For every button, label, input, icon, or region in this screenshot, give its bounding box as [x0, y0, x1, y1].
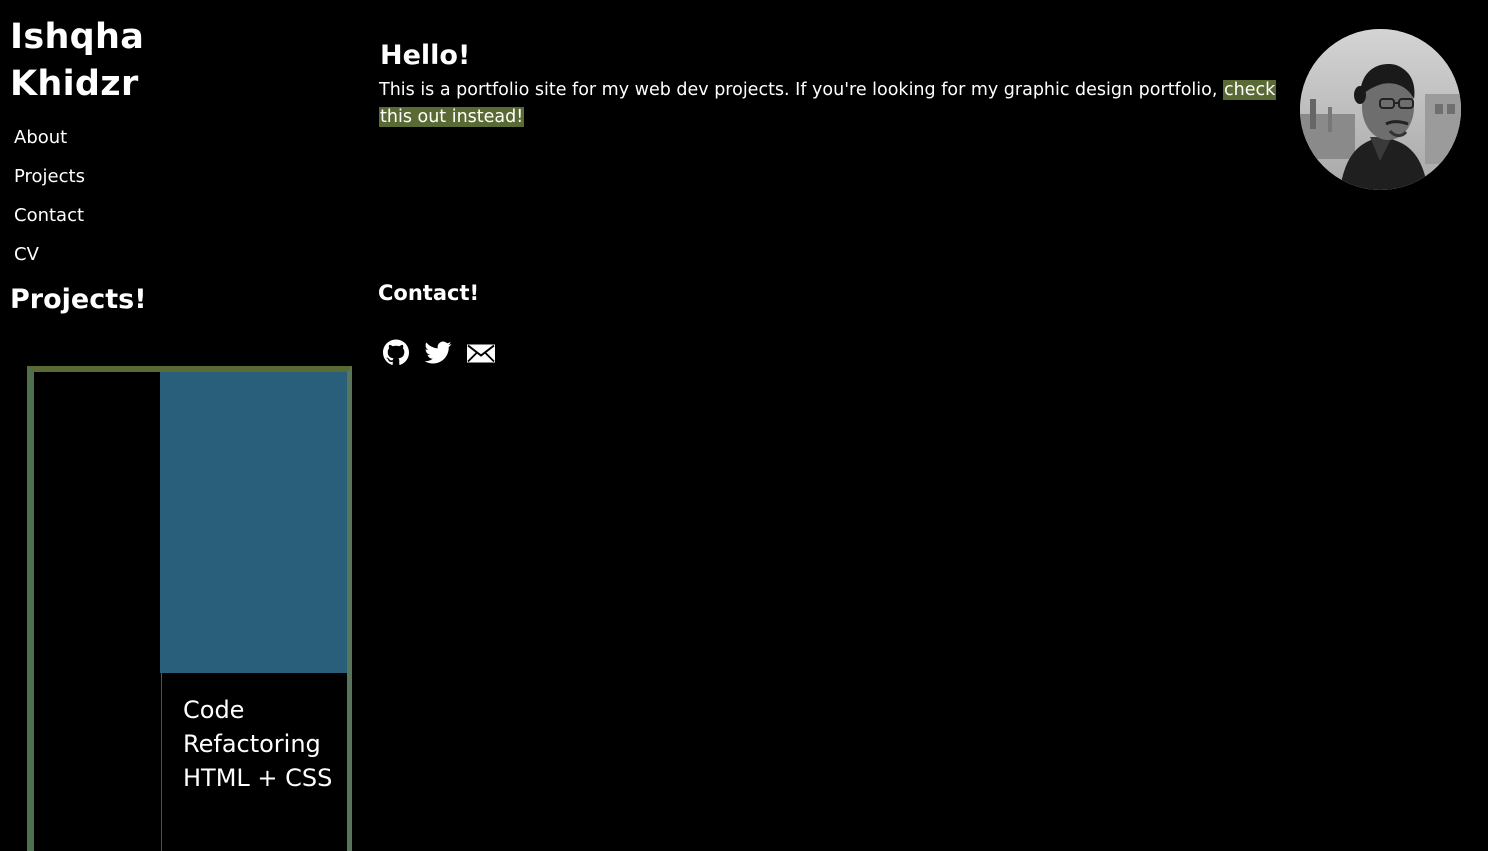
hello-heading: Hello!: [380, 40, 471, 71]
twitter-icon: [424, 341, 452, 364]
intro-text: This is a portfolio site for my web dev …: [379, 80, 1223, 100]
project-title[interactable]: Code Refactoring HTML + CSS: [183, 693, 343, 795]
avatar: [1300, 29, 1461, 190]
email-link[interactable]: [466, 339, 496, 366]
portfolio-page: Ishqha Khidzr About Projects Contact CV …: [0, 0, 1488, 851]
projects-heading: Projects!: [10, 284, 147, 315]
github-icon: [383, 339, 409, 365]
github-link[interactable]: [383, 339, 409, 366]
profile-photo: [1300, 29, 1461, 190]
design-portfolio-link[interactable]: check: [1222, 80, 1277, 100]
mail-icon: [467, 344, 495, 363]
project-info: Code Refactoring HTML + CSS: [161, 673, 346, 851]
contact-heading: Contact!: [378, 281, 480, 305]
nav-menu: About Projects Contact CV: [14, 118, 85, 274]
project-card[interactable]: Code Refactoring HTML + CSS: [27, 366, 352, 851]
nav-item-projects[interactable]: Projects: [14, 157, 85, 196]
site-title-last: Khidzr: [10, 64, 139, 104]
card-spacer: [34, 372, 160, 851]
nav-item-about[interactable]: About: [14, 118, 85, 157]
intro-paragraph: This is a portfolio site for my web dev …: [379, 77, 1279, 131]
project-thumbnail[interactable]: [160, 372, 347, 673]
sidebar: Ishqha Khidzr About Projects Contact CV …: [0, 0, 360, 851]
nav-item-contact[interactable]: Contact: [14, 196, 85, 235]
design-portfolio-link-cont[interactable]: this out instead!: [379, 107, 525, 127]
nav-item-cv[interactable]: CV: [14, 235, 85, 274]
twitter-link[interactable]: [424, 339, 452, 366]
site-title[interactable]: Ishqha Khidzr: [10, 14, 144, 108]
site-title-first: Ishqha: [10, 17, 145, 57]
